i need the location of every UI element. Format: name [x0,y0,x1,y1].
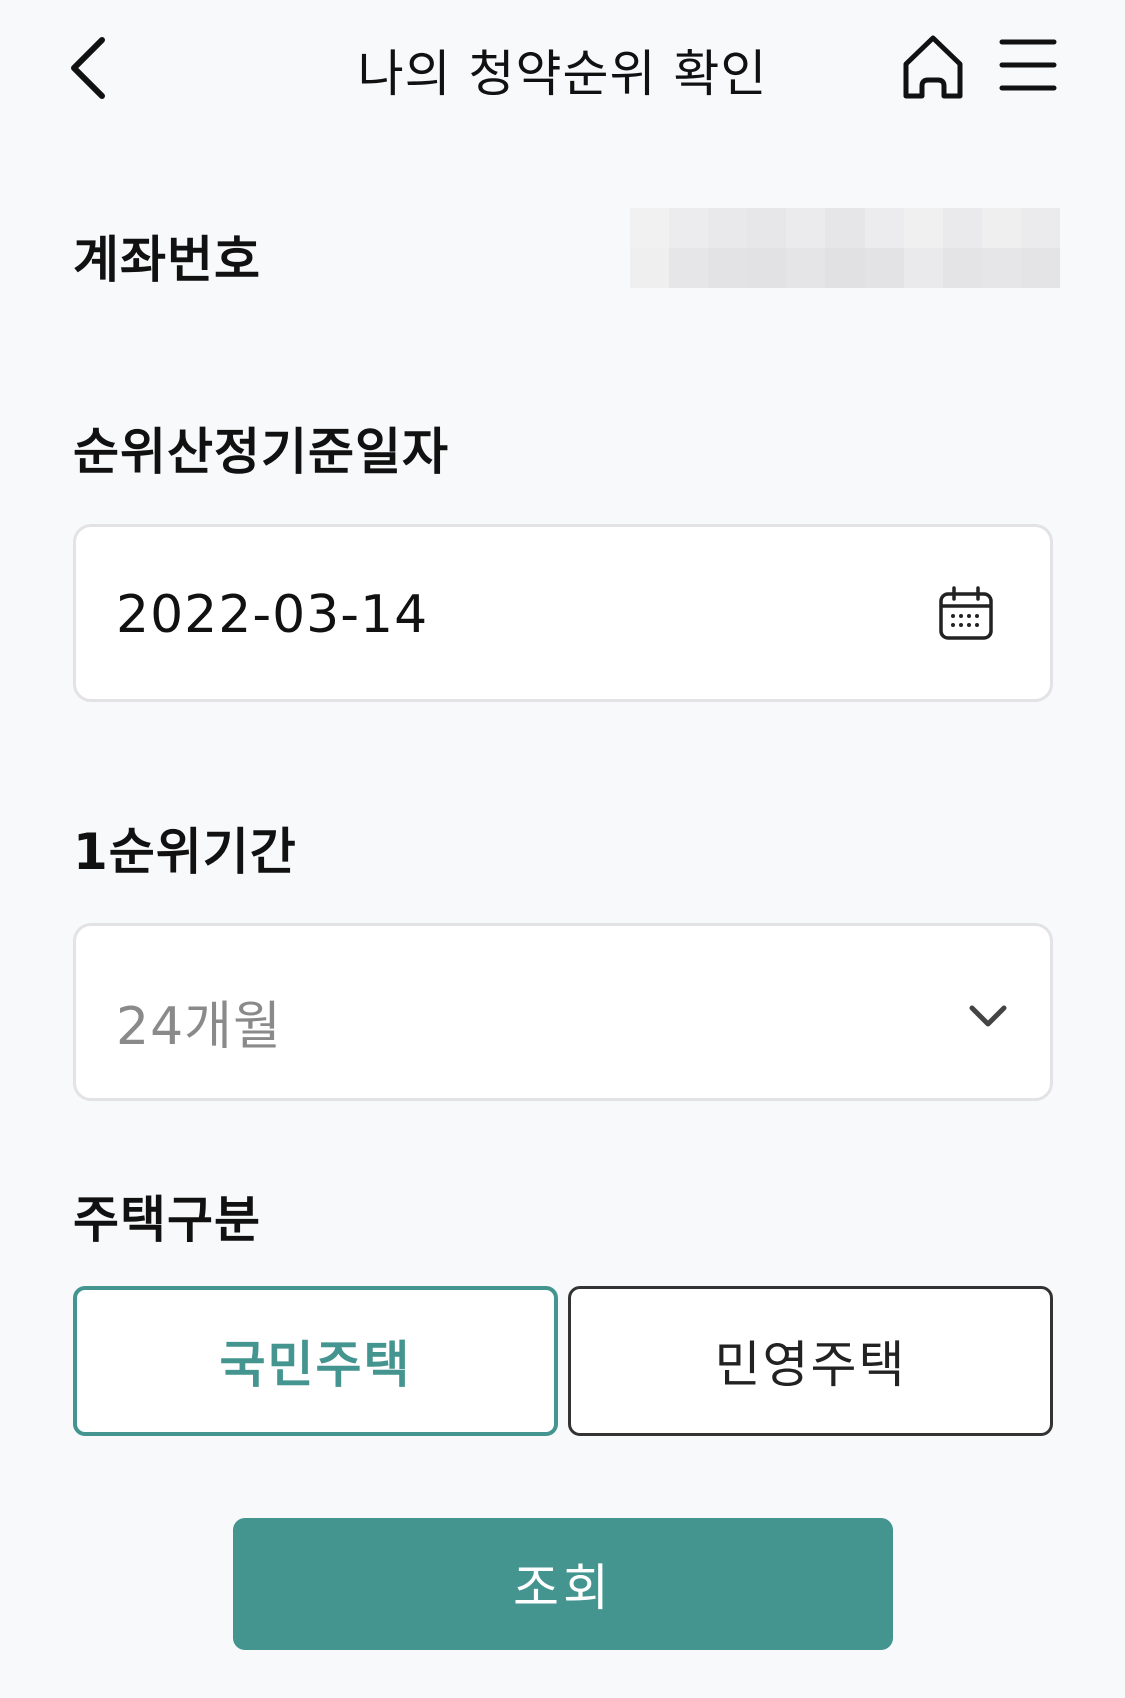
inquiry-button[interactable]: 조회 [233,1518,893,1650]
menu-button[interactable] [998,34,1058,96]
account-number-label: 계좌번호 [73,231,261,289]
hamburger-menu-icon [999,39,1057,91]
base-date-label: 순위산정기준일자 [73,423,449,481]
screen: 나의 청약순위 확인 계좌번호 순위산정기준일자 2022-03-14 1순위기… [0,0,1125,1698]
first-rank-period-select[interactable]: 24개월 [73,923,1053,1101]
national-housing-button[interactable]: 국민주택 [73,1286,558,1436]
home-button[interactable] [898,32,968,102]
chevron-down-icon [969,1005,1007,1027]
base-date-field[interactable]: 2022-03-14 [73,524,1053,702]
base-date-value: 2022-03-14 [116,585,429,645]
private-housing-button[interactable]: 민영주택 [568,1286,1053,1436]
first-rank-period-label: 1순위기간 [73,823,297,881]
first-rank-period-value: 24개월 [116,997,282,1057]
home-icon [903,35,963,99]
header: 나의 청약순위 확인 [0,0,1125,140]
account-number-value-redacted [630,208,1060,288]
housing-type-label: 주택구분 [73,1191,261,1249]
calendar-icon[interactable] [938,585,994,641]
